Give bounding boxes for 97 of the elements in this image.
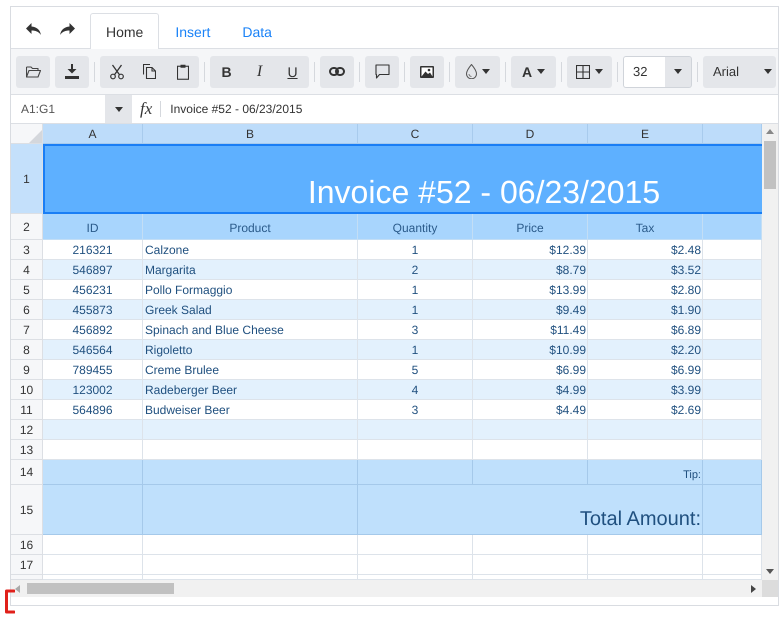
- droplet-icon: [466, 64, 476, 79]
- bold-button[interactable]: B: [210, 56, 243, 88]
- formula-input[interactable]: Invoice #52 - 06/23/2015: [170, 95, 778, 123]
- table-cell: $3.99: [588, 380, 703, 400]
- row-header[interactable]: 8: [11, 340, 43, 360]
- table-cell: $1.90: [588, 300, 703, 320]
- font-family-dropdown[interactable]: Arial: [703, 56, 776, 88]
- row-header[interactable]: 2: [11, 214, 43, 240]
- link-icon: [329, 67, 345, 76]
- column-header[interactable]: A: [43, 124, 143, 144]
- bracket-icon: [3, 589, 15, 614]
- table-cell: 1: [358, 340, 473, 360]
- column-header[interactable]: B: [143, 124, 358, 144]
- tab[interactable]: Insert: [159, 13, 226, 49]
- border-grid-icon: [576, 64, 590, 78]
- table-cell: 1: [358, 300, 473, 320]
- table-cell: Tip:: [588, 460, 703, 485]
- cut-button[interactable]: [100, 56, 133, 88]
- tab[interactable]: Home: [90, 13, 160, 49]
- table-cell: $3.52: [588, 260, 703, 280]
- caret-icon: [114, 106, 122, 112]
- folder-icon: [26, 66, 40, 78]
- table-cell: 2: [358, 260, 473, 280]
- copy-icon: [143, 64, 156, 79]
- scissors-icon: [110, 64, 124, 80]
- open-button[interactable]: [16, 56, 50, 88]
- table-header-cell: ID: [43, 214, 143, 240]
- table-cell: $10.99: [473, 340, 588, 360]
- undo-icon: [26, 22, 40, 34]
- table-cell: Margarita: [143, 260, 358, 280]
- row-header[interactable]: 5: [11, 280, 43, 300]
- row-header[interactable]: 17: [11, 555, 43, 575]
- speech-bubble-icon: [374, 64, 390, 79]
- row-header[interactable]: 6: [11, 300, 43, 320]
- font-color-button[interactable]: A: [511, 56, 556, 88]
- tab[interactable]: Data: [226, 13, 288, 49]
- column-header[interactable]: C: [358, 124, 473, 144]
- table-cell: 123002: [43, 380, 143, 400]
- picture-icon: [420, 66, 434, 78]
- row-header[interactable]: 10: [11, 380, 43, 400]
- caret-icon: [537, 69, 546, 74]
- column-header[interactable]: D: [473, 124, 588, 144]
- underline-button[interactable]: U: [276, 56, 309, 88]
- row-header[interactable]: 11: [11, 400, 43, 420]
- vertical-scrollbar[interactable]: [762, 124, 778, 580]
- table-cell: Total Amount:: [358, 485, 703, 535]
- table-cell: 455873: [43, 300, 143, 320]
- table-cell: $4.99: [473, 380, 588, 400]
- corner-triangle-icon: [29, 130, 42, 143]
- table-cell: 4: [358, 380, 473, 400]
- column-header[interactable]: E: [588, 124, 703, 144]
- row-header[interactable]: 15: [11, 485, 43, 535]
- caret-icon: [595, 69, 603, 74]
- row-header[interactable]: 16: [11, 535, 43, 555]
- table-cell: $8.79: [473, 260, 588, 280]
- link-button[interactable]: [320, 56, 354, 88]
- row-header[interactable]: 3: [11, 240, 43, 260]
- row-header[interactable]: 1: [11, 144, 43, 214]
- row-header[interactable]: 13: [11, 440, 43, 460]
- table-header-cell: Product: [143, 214, 358, 240]
- row-header[interactable]: 9: [11, 360, 43, 380]
- right-arrow-icon[interactable]: [751, 584, 756, 592]
- table-header-cell: Tax: [588, 214, 703, 240]
- table-header-cell: Quantity: [358, 214, 473, 240]
- table-cell: Radeberger Beer: [143, 380, 358, 400]
- name-box[interactable]: A1:G1: [11, 95, 105, 123]
- table-cell: 546564: [43, 340, 143, 360]
- download-button[interactable]: [55, 56, 89, 88]
- caret-icon: [764, 69, 772, 74]
- down-arrow-icon[interactable]: [766, 569, 774, 574]
- caret-icon: [482, 69, 490, 74]
- italic-button[interactable]: I: [243, 56, 276, 88]
- row-header[interactable]: 7: [11, 320, 43, 340]
- row-header[interactable]: 12: [11, 420, 43, 440]
- fill-color-button[interactable]: [455, 56, 500, 88]
- horizontal-scrollbar[interactable]: [11, 580, 762, 597]
- table-cell: $2.20: [588, 340, 703, 360]
- paste-button[interactable]: [166, 56, 199, 88]
- borders-button[interactable]: [567, 56, 612, 88]
- table-header-cell: Price: [473, 214, 588, 240]
- table-cell: Rigoletto: [143, 340, 358, 360]
- name-box-dropdown-button[interactable]: [105, 95, 132, 123]
- download-icon: [65, 64, 79, 79]
- scrollbar-thumb[interactable]: [27, 583, 174, 594]
- redo-icon: [60, 22, 74, 34]
- up-arrow-icon[interactable]: [766, 129, 774, 134]
- title-cell: Invoice #52 - 06/23/2015: [43, 144, 762, 214]
- table-cell: 546897: [43, 260, 143, 280]
- scrollbar-thumb[interactable]: [764, 141, 776, 189]
- table-cell: $9.49: [473, 300, 588, 320]
- row-header[interactable]: 4: [11, 260, 43, 280]
- comment-button[interactable]: [365, 56, 399, 88]
- clipboard-icon: [176, 64, 188, 80]
- table-cell: Greek Salad: [143, 300, 358, 320]
- row-header[interactable]: 14: [11, 460, 43, 485]
- function-label: fx: [140, 98, 152, 120]
- image-button[interactable]: [410, 56, 444, 88]
